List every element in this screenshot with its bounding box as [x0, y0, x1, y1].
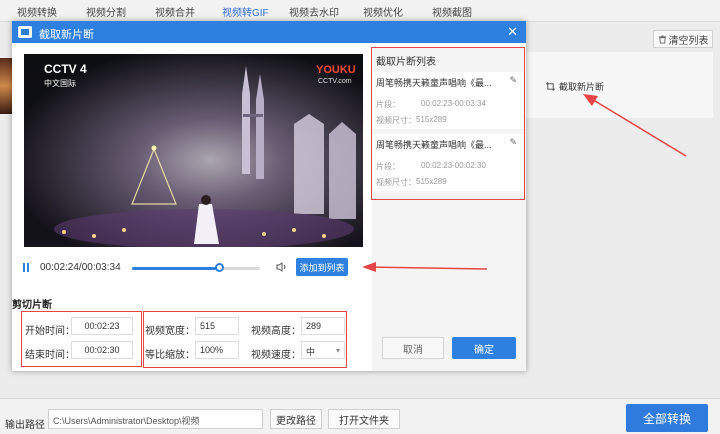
dialog-title-bar: 截取新片断 ✕ [12, 21, 526, 43]
tab-video-convert[interactable]: 视频转换 [17, 4, 57, 19]
clip-section-title: 剪切片断 [12, 300, 52, 311]
tab-video-optimize[interactable]: 视频优化 [363, 4, 403, 19]
video-preview[interactable]: CCTV 4 中文国际 YOUKU CCTV.com [24, 54, 363, 247]
app-icon [18, 26, 32, 38]
height-input[interactable]: 289 [301, 317, 345, 335]
change-path-button[interactable]: 更改路径 [270, 409, 322, 429]
clip-size-label: 视频尺寸： [376, 178, 416, 187]
crop-new-clip-label: 截取新片断 [559, 82, 605, 92]
clip-segment-value: 00:02:23-00:03:34 [421, 99, 486, 108]
open-folder-button[interactable]: 打开文件夹 [328, 409, 400, 429]
top-tab-bar: 视频转换 视频分割 视频合并 视频转GIF 视频去水印 视频优化 视频截图 [0, 0, 720, 22]
tab-video-merge[interactable]: 视频合并 [155, 4, 195, 19]
clip-segment-value: 00:02:23-00:02:30 [421, 161, 486, 170]
clear-list-button[interactable]: 清空列表 [653, 30, 713, 48]
tab-video-remove-watermark[interactable]: 视频去水印 [289, 4, 339, 19]
clear-list-label: 清空列表 [668, 35, 709, 47]
clip-name: 周笔畅携天籁童声唱响《最... [376, 78, 492, 88]
scale-label: 等比缩放： [145, 350, 195, 361]
ok-button[interactable]: 确定 [452, 337, 516, 359]
edit-icon[interactable]: ✎ [509, 137, 517, 148]
playback-time: 00:02:24/00:03:34 [40, 262, 121, 273]
width-label: 视频宽度： [145, 326, 195, 337]
crop-new-clip-button[interactable]: 截取新片断 [546, 80, 604, 93]
tab-video-split[interactable]: 视频分割 [86, 4, 126, 19]
file-thumbnail [0, 58, 12, 114]
clip-size-value: 515x289 [416, 177, 447, 186]
crop-icon [546, 82, 555, 91]
progress-slider[interactable] [132, 263, 260, 272]
chevron-down-icon: ▾ [335, 346, 340, 355]
output-path-field[interactable]: C:\Users\Administrator\Desktop\视频 [48, 409, 263, 429]
clip-size-value: 515x289 [416, 115, 447, 124]
clip-segment-label: 片段： [376, 100, 400, 109]
speed-label: 视频速度： [251, 350, 301, 361]
start-time-label: 开始时间： [25, 326, 75, 337]
end-time-label: 结束时间： [25, 350, 75, 361]
width-input[interactable]: 515 [195, 317, 239, 335]
clip-list-title: 截取片断列表 [376, 57, 436, 68]
trash-icon [658, 34, 666, 44]
youku-logo: YOUKU [316, 64, 356, 76]
speed-value: 中 [306, 347, 316, 357]
list-item[interactable]: 周笔畅携天籁童声唱响《最... ✎ 片段： 00:02:23-00:02:30 … [373, 134, 523, 191]
speed-select[interactable]: 中 ▾ [301, 341, 345, 359]
tab-video-screenshot[interactable]: 视频截图 [432, 4, 472, 19]
dialog-title: 截取新片断 [39, 29, 94, 41]
tab-video-to-gif[interactable]: 视频转GIF [222, 4, 269, 19]
cctv-com-logo: CCTV.com [318, 78, 352, 85]
edit-icon[interactable]: ✎ [509, 75, 517, 86]
clip-size-label: 视频尺寸： [376, 116, 416, 125]
channel-sub-logo: 中文国际 [44, 79, 76, 88]
list-item[interactable]: 周笔畅携天籁童声唱响《最... ✎ 片段： 00:02:23-00:03:34 … [373, 72, 523, 129]
add-to-list-button[interactable]: 添加到列表 [296, 258, 348, 276]
progress-knob[interactable] [215, 263, 225, 272]
volume-icon[interactable] [276, 262, 288, 272]
pause-icon[interactable] [22, 263, 30, 272]
channel-logo: CCTV 4 [44, 62, 87, 76]
end-time-input[interactable]: 00:02:30 [71, 341, 133, 359]
output-path-label: 输出路径 [5, 420, 45, 431]
start-time-input[interactable]: 00:02:23 [71, 317, 133, 335]
height-label: 视频高度： [251, 326, 301, 337]
clip-name: 周笔畅携天籁童声唱响《最... [376, 140, 492, 150]
clip-segment-label: 片段： [376, 162, 400, 171]
convert-all-button[interactable]: 全部转换 [626, 404, 708, 432]
scale-input[interactable]: 100% [195, 341, 239, 359]
close-icon[interactable]: ✕ [507, 24, 518, 40]
progress-fill [132, 267, 220, 270]
cancel-button[interactable]: 取消 [382, 337, 444, 359]
